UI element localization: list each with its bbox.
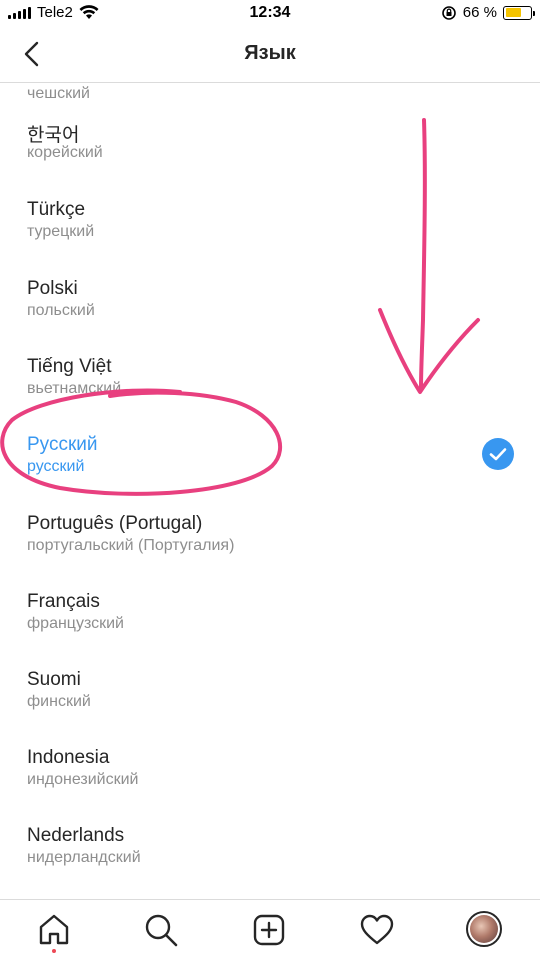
status-right-group: 66 % xyxy=(441,4,535,21)
avatar-image xyxy=(470,915,498,943)
language-item[interactable]: Indonesia индонезийский xyxy=(0,747,540,825)
notification-dot xyxy=(52,949,56,953)
language-item[interactable]: Tiếng Việt вьетнамский xyxy=(0,356,540,434)
language-name: 한국어 xyxy=(27,125,80,146)
tab-home[interactable] xyxy=(36,912,72,948)
language-name: Indonesia xyxy=(27,747,110,768)
language-name: Português (Portugal) xyxy=(27,513,203,534)
status-bar: Tele2 12:34 66 % xyxy=(0,0,540,26)
rotation-lock-icon xyxy=(441,5,456,20)
language-name: Türkçe xyxy=(27,199,86,220)
language-native-name: польский xyxy=(27,302,95,319)
language-item[interactable]: Türkçe турецкий xyxy=(0,199,540,277)
language-item[interactable]: Français французский xyxy=(0,591,540,669)
language-native-name: нидерландский xyxy=(27,849,141,866)
tab-activity[interactable] xyxy=(359,912,395,948)
search-icon xyxy=(145,914,178,947)
page-title: Язык xyxy=(244,42,296,64)
language-name: Polski xyxy=(27,278,78,299)
language-native-name: финский xyxy=(27,693,91,710)
language-name: Français xyxy=(27,591,100,612)
heart-icon xyxy=(360,914,394,945)
language-item[interactable]: Suomi финский xyxy=(0,669,540,747)
profile-avatar[interactable] xyxy=(466,911,502,947)
language-name: Suomi xyxy=(27,669,81,690)
language-native-name: вьетнамский xyxy=(27,380,122,397)
navigation-header: Язык xyxy=(0,26,540,83)
language-native-name: португальский (Португалия) xyxy=(27,537,235,554)
battery-icon xyxy=(503,5,535,20)
language-native-name: французский xyxy=(27,615,124,632)
language-name: Русский xyxy=(27,434,98,455)
language-list[interactable]: чешский 한국어 корейский Türkçe турецкий Po… xyxy=(0,83,540,899)
battery-percent: 66 % xyxy=(462,4,497,21)
language-native-name: русский xyxy=(27,458,85,475)
language-native-name: корейский xyxy=(27,144,103,161)
language-native-name: турецкий xyxy=(27,223,95,240)
language-item[interactable]: Português (Portugal) португальский (Порт… xyxy=(0,513,540,591)
language-item[interactable]: Polski польский xyxy=(0,278,540,356)
language-name: Tiếng Việt xyxy=(27,356,112,377)
language-native-name: индонезийский xyxy=(27,771,139,788)
bottom-tab-bar xyxy=(0,899,540,959)
battery-level-fill xyxy=(505,8,522,17)
add-post-icon xyxy=(253,914,285,946)
language-item-selected[interactable]: Русский русский xyxy=(0,434,540,512)
language-item[interactable]: 한국어 корейский xyxy=(0,120,540,198)
home-icon xyxy=(39,914,69,945)
checkmark-circle-icon xyxy=(482,438,514,470)
language-name: Nederlands xyxy=(27,825,125,846)
language-item[interactable]: Nederlands нидерландский xyxy=(0,825,540,899)
tab-add-post[interactable] xyxy=(251,912,287,948)
tab-search[interactable] xyxy=(143,912,179,948)
language-native-name: чешский xyxy=(27,85,90,102)
